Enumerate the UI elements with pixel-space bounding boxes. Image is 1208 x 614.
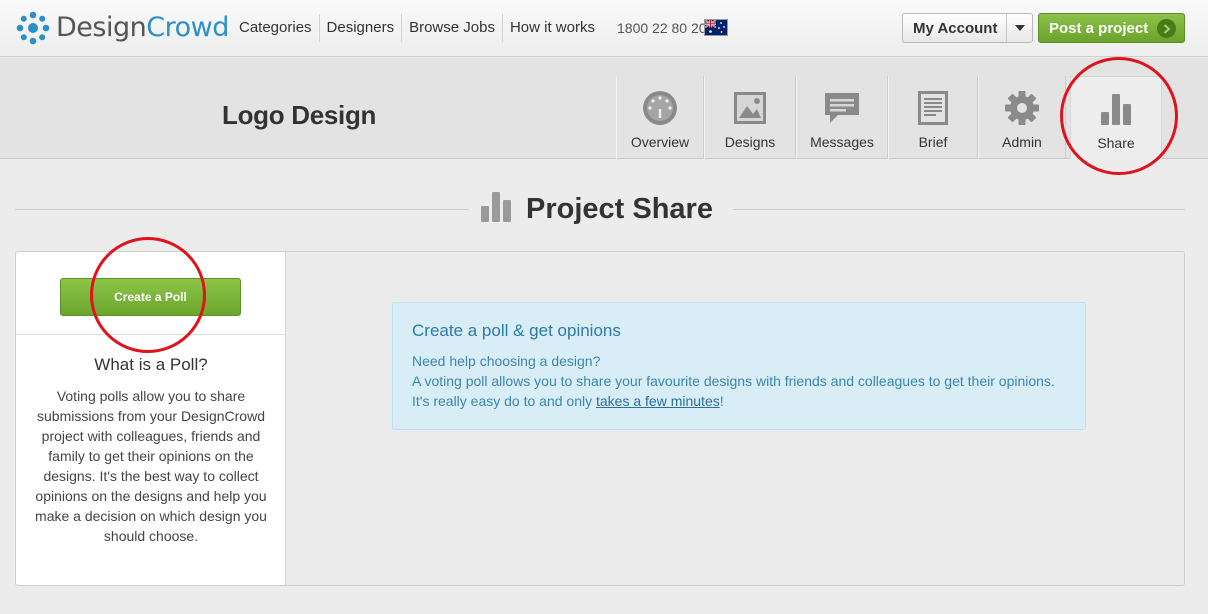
arrow-right-icon xyxy=(1157,19,1176,38)
section-divider-right xyxy=(733,209,1185,210)
asterisk-logo-icon xyxy=(16,11,50,45)
tab-admin[interactable]: Admin xyxy=(978,76,1066,159)
tab-admin-label: Admin xyxy=(1002,134,1042,150)
phone-number: 1800 22 80 20 xyxy=(617,20,707,36)
takes-a-few-minutes-link[interactable]: takes a few minutes xyxy=(596,393,720,409)
my-account-dropdown[interactable]: My Account xyxy=(902,13,1033,43)
info-line-3: It's really easy do to and only takes a … xyxy=(412,391,1066,411)
main-nav: Categories Designers Browse Jobs How it … xyxy=(232,14,602,42)
annotation-circle-share xyxy=(1060,57,1178,175)
what-is-poll-heading: What is a Poll? xyxy=(94,355,208,374)
tab-overview-label: Overview xyxy=(630,134,690,150)
info-line-3-suffix: ! xyxy=(719,393,724,409)
image-icon xyxy=(731,90,769,126)
chat-bubble-icon xyxy=(823,90,861,126)
australia-flag-icon[interactable] xyxy=(704,19,728,36)
tab-messages[interactable]: Messages xyxy=(796,76,888,159)
info-title: Create a poll & get opinions xyxy=(412,321,621,340)
dashboard-gauge-icon xyxy=(641,90,679,126)
post-project-button[interactable]: Post a project xyxy=(1038,13,1185,43)
tab-messages-label: Messages xyxy=(810,134,874,150)
top-navigation-bar: DesignCrowd Categories Designers Browse … xyxy=(0,0,1208,57)
nav-link-categories[interactable]: Categories xyxy=(232,14,320,42)
nav-link-designers[interactable]: Designers xyxy=(320,14,403,42)
document-icon xyxy=(914,90,952,126)
tab-brief-label: Brief xyxy=(918,134,948,150)
tab-overview[interactable]: Overview xyxy=(616,76,704,159)
tab-designs-label: Designs xyxy=(724,134,776,150)
designcrowd-logo[interactable]: DesignCrowd xyxy=(16,10,229,46)
brand-name-part2: Crowd xyxy=(146,12,229,43)
project-title: Logo Design xyxy=(222,100,377,130)
what-is-poll-description: Voting polls allow you to share submissi… xyxy=(35,388,267,544)
nav-link-how-it-works[interactable]: How it works xyxy=(503,14,602,42)
section-title: Project Share xyxy=(526,192,713,225)
tab-brief[interactable]: Brief xyxy=(888,76,978,159)
project-header: Logo Design Overview Designs Messages Br… xyxy=(0,58,1208,159)
annotation-circle-create-poll xyxy=(90,237,206,353)
info-line-1: Need help choosing a design? xyxy=(412,353,601,369)
section-divider-left xyxy=(15,209,469,210)
tab-designs[interactable]: Designs xyxy=(704,76,796,159)
poll-info-box: Create a poll & get opinions Need help c… xyxy=(392,302,1086,430)
my-account-label: My Account xyxy=(913,19,998,37)
brand-name-part1: Design xyxy=(56,12,147,43)
info-line-2: A voting poll allows you to share your f… xyxy=(412,373,1055,389)
nav-link-browse-jobs[interactable]: Browse Jobs xyxy=(402,14,503,42)
brand-name: DesignCrowd xyxy=(56,10,229,46)
bar-chart-icon xyxy=(480,191,514,227)
post-project-label: Post a project xyxy=(1049,19,1149,37)
info-line-3-prefix: It's really easy do to and only xyxy=(412,393,596,409)
chevron-down-icon[interactable] xyxy=(1006,14,1032,42)
section-heading: Project Share xyxy=(480,190,713,228)
gear-icon xyxy=(1003,90,1041,126)
